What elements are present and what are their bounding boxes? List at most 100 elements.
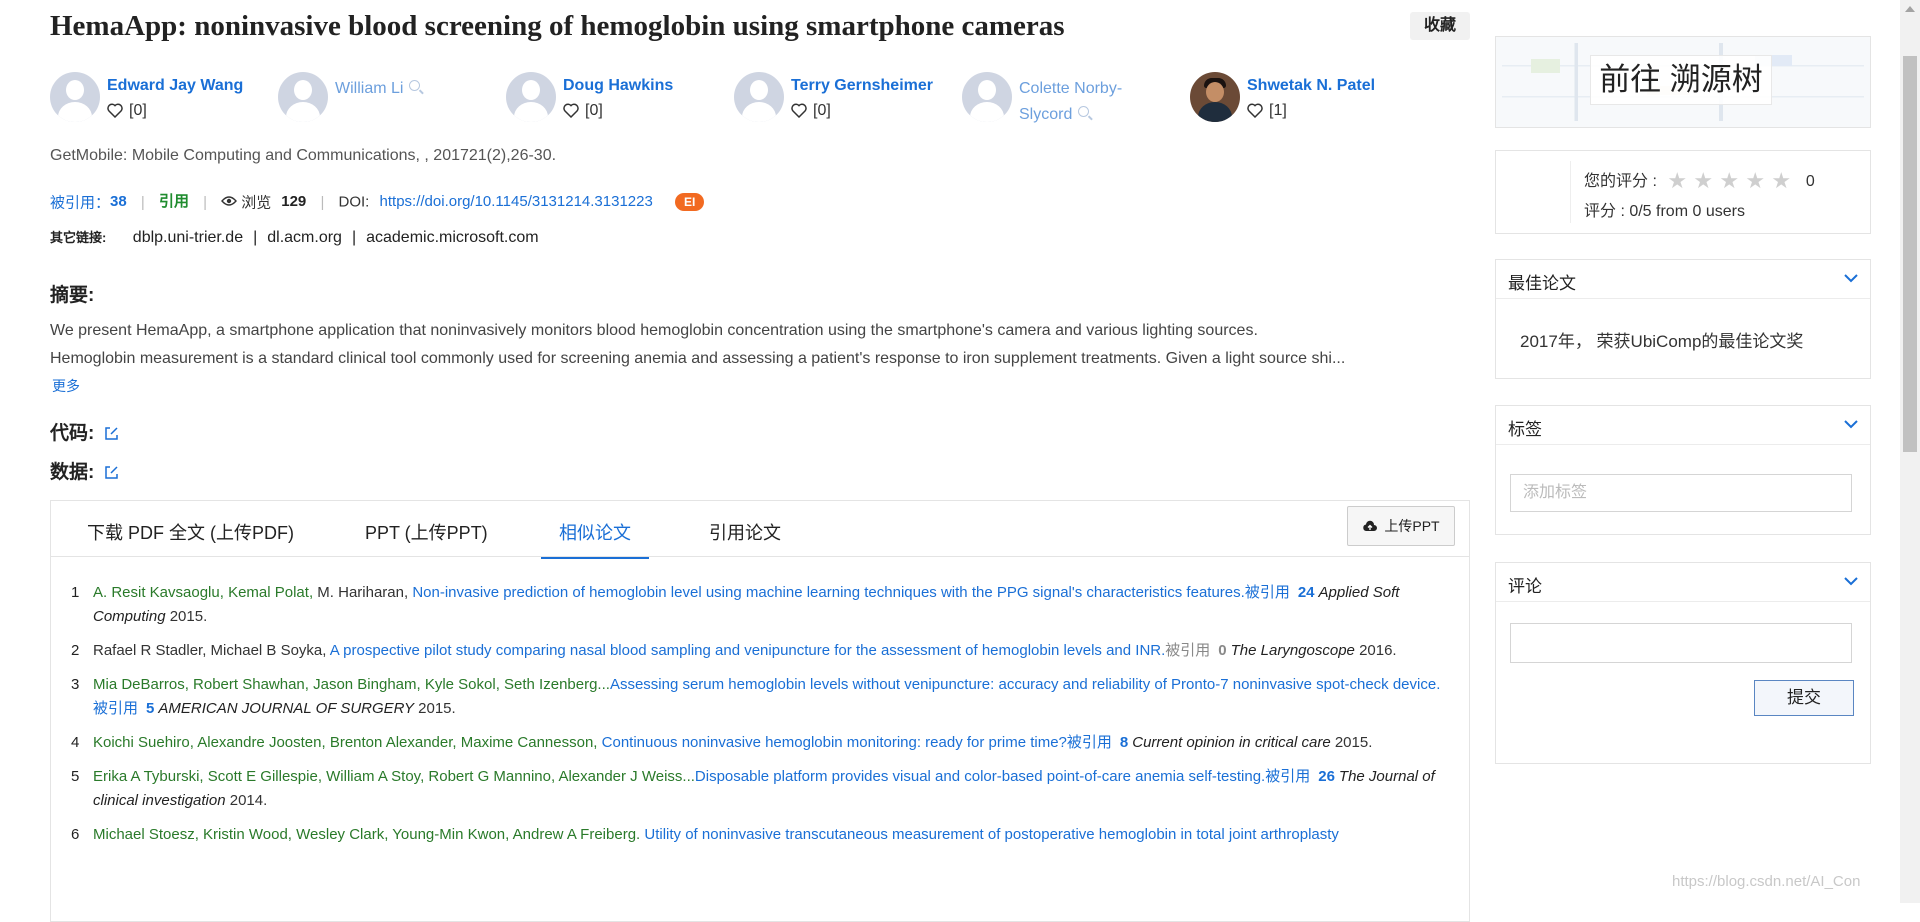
item-journal: Current opinion in critical care xyxy=(1132,734,1331,751)
edit-icon[interactable] xyxy=(104,465,119,480)
heart-icon[interactable] xyxy=(791,103,807,118)
star-icon[interactable]: ★ xyxy=(1771,170,1791,192)
author-name-link[interactable]: Doug Hawkins xyxy=(563,77,673,95)
item-number: 1 xyxy=(71,584,80,601)
author-name-link[interactable]: Edward Jay Wang xyxy=(107,77,243,95)
cite-button[interactable]: 引用 xyxy=(159,193,189,210)
author-likes[interactable]: [0] xyxy=(107,102,147,120)
star-icon[interactable]: ★ xyxy=(1693,170,1713,192)
views-count: 浏览 129 xyxy=(221,193,306,212)
item-authors[interactable]: Erika A Tyburski, Scott E Gillespie, Wil… xyxy=(93,768,695,785)
trace-tree-card[interactable]: 前往 溯源树 xyxy=(1495,36,1871,128)
item-cited-count[interactable]: 8 xyxy=(1120,734,1128,751)
external-link[interactable]: dl.acm.org xyxy=(267,229,342,246)
author-card[interactable]: Terry Gernsheimer [0] xyxy=(734,70,962,126)
item-title-link[interactable]: A prospective pilot study comparing nasa… xyxy=(330,642,1165,659)
external-link[interactable]: dblp.uni-trier.de xyxy=(133,229,243,246)
avatar xyxy=(506,72,556,122)
author-likes[interactable]: [0] xyxy=(791,102,831,120)
chevron-down-icon[interactable] xyxy=(1844,577,1858,586)
tags-title: 标签 xyxy=(1508,420,1542,439)
scrollbar-thumb[interactable] xyxy=(1903,56,1917,452)
item-cited-count[interactable]: 26 xyxy=(1318,768,1335,785)
comment-input[interactable] xyxy=(1510,623,1852,663)
chevron-down-icon[interactable] xyxy=(1844,420,1858,429)
author-card[interactable]: William Li xyxy=(278,70,506,126)
author-card[interactable]: Shwetak N. Patel [1] xyxy=(1190,70,1418,126)
tab-citing-papers[interactable]: 引用论文 xyxy=(709,519,781,557)
chevron-down-icon[interactable] xyxy=(1844,274,1858,283)
list-item: 1 A. Resit Kavsaoglu, Kemal Polat, M. Har… xyxy=(71,581,1451,629)
item-title-link[interactable]: Non-invasive prediction of hemoglobin le… xyxy=(412,584,1244,601)
cloud-upload-icon xyxy=(1363,520,1378,531)
author-name-link[interactable]: Terry Gernsheimer xyxy=(791,77,933,95)
card-header[interactable]: 标签 xyxy=(1496,406,1870,445)
item-authors-plain: Rafael R Stadler, Michael B Soyka, xyxy=(93,642,330,659)
item-cited-count[interactable]: 0 xyxy=(1218,642,1226,659)
author-card[interactable]: Edward Jay Wang [0] xyxy=(50,70,278,126)
rating-value: 0 xyxy=(1805,173,1815,190)
item-title-link[interactable]: Assessing serum hemoglobin levels withou… xyxy=(610,676,1440,693)
more-link[interactable]: 更多 xyxy=(52,376,80,396)
cited-by-link[interactable]: 被引用：38 xyxy=(50,193,127,212)
avatar xyxy=(50,72,100,122)
avatar-photo xyxy=(1190,72,1240,122)
list-item: 3 Mia DeBarros, Robert Shawhan, Jason Bin… xyxy=(71,673,1451,721)
item-title-link[interactable]: Utility of noninvasive transcutaneous me… xyxy=(644,826,1339,843)
other-links-label: 其它链接: xyxy=(50,230,107,245)
card-header[interactable]: 最佳论文 xyxy=(1496,260,1870,299)
author-card[interactable]: Doug Hawkins [0] xyxy=(506,70,734,126)
item-title-link[interactable]: Continuous noninvasive hemoglobin monito… xyxy=(602,734,1067,751)
item-title-link[interactable]: Disposable platform provides visual and … xyxy=(695,768,1265,785)
rating-stars[interactable]: ★ ★ ★ ★ ★ xyxy=(1661,170,1791,192)
item-cited-label: 被引用 xyxy=(1066,734,1112,751)
your-rating: 您的评分 : ★ ★ ★ ★ ★ 0 xyxy=(1584,168,1815,193)
list-item: 5 Erika A Tyburski, Scott E Gillespie, Wi… xyxy=(71,765,1451,813)
item-year: 2014. xyxy=(229,792,268,809)
favorite-button[interactable]: 收藏 xyxy=(1410,12,1470,40)
tab-bar: 下载 PDF 全文 (上传PDF) PPT (上传PPT) 相似论文 引用论文 … xyxy=(51,501,1469,559)
trace-tree-button[interactable]: 前往 溯源树 xyxy=(1590,55,1772,105)
item-authors[interactable]: Michael Stoesz, Kristin Wood, Wesley Cla… xyxy=(93,826,644,843)
item-cited-count[interactable]: 24 xyxy=(1298,584,1315,601)
tab-ppt[interactable]: PPT (上传PPT) xyxy=(365,519,488,557)
add-tag-input[interactable] xyxy=(1510,474,1852,512)
submit-button[interactable]: 提交 xyxy=(1754,680,1854,716)
data-heading: 数据: xyxy=(50,457,119,484)
item-authors[interactable]: Koichi Suehiro, Alexandre Joosten, Brent… xyxy=(93,734,602,751)
star-icon[interactable]: ★ xyxy=(1745,170,1765,192)
edit-icon[interactable] xyxy=(104,426,119,441)
author-name-link[interactable]: William Li xyxy=(335,76,455,102)
upload-ppt-button[interactable]: 上传PPT xyxy=(1347,506,1455,546)
avatar xyxy=(278,72,328,122)
search-icon[interactable] xyxy=(409,80,421,91)
doi-link[interactable]: https://doi.org/10.1145/3131214.3131223 xyxy=(380,193,653,210)
author-card[interactable]: Colette Norby-Slycord xyxy=(962,70,1190,126)
item-cited-label: 被引用 xyxy=(1265,768,1311,785)
item-year: 2015. xyxy=(1334,734,1373,751)
tab-similar-papers[interactable]: 相似论文 xyxy=(541,519,649,559)
heart-icon[interactable] xyxy=(1247,103,1263,118)
search-icon[interactable] xyxy=(1078,106,1090,117)
author-likes[interactable]: [0] xyxy=(563,102,603,120)
author-name-link[interactable]: Shwetak N. Patel xyxy=(1247,77,1375,95)
item-authors[interactable]: Mia DeBarros, Robert Shawhan, Jason Bing… xyxy=(93,676,610,693)
card-header[interactable]: 评论 xyxy=(1496,563,1870,602)
avatar xyxy=(734,72,784,122)
item-authors[interactable]: A. Resit Kavsaoglu, Kemal Polat, xyxy=(93,584,317,601)
star-icon[interactable]: ★ xyxy=(1667,170,1687,192)
external-link[interactable]: academic.microsoft.com xyxy=(366,229,539,246)
tab-pdf[interactable]: 下载 PDF 全文 (上传PDF) xyxy=(87,519,294,557)
item-cited-count[interactable]: 5 xyxy=(146,700,154,717)
item-year: 2015. xyxy=(418,700,456,717)
heart-icon[interactable] xyxy=(107,103,123,118)
author-name-link[interactable]: Colette Norby-Slycord xyxy=(1019,76,1139,128)
eye-icon xyxy=(221,196,238,206)
likes-count: [0] xyxy=(129,102,147,119)
star-icon[interactable]: ★ xyxy=(1719,170,1739,192)
scroll-up-arrow[interactable] xyxy=(1905,6,1915,12)
heart-icon[interactable] xyxy=(563,103,579,118)
author-likes[interactable]: [1] xyxy=(1247,102,1287,120)
item-authors-plain: M. Hariharan, xyxy=(317,584,413,601)
sidebar: 前往 溯源树 您的评分 : ★ ★ ★ ★ ★ 0 评分 : 0/5 from 0 us… xyxy=(1495,0,1871,903)
